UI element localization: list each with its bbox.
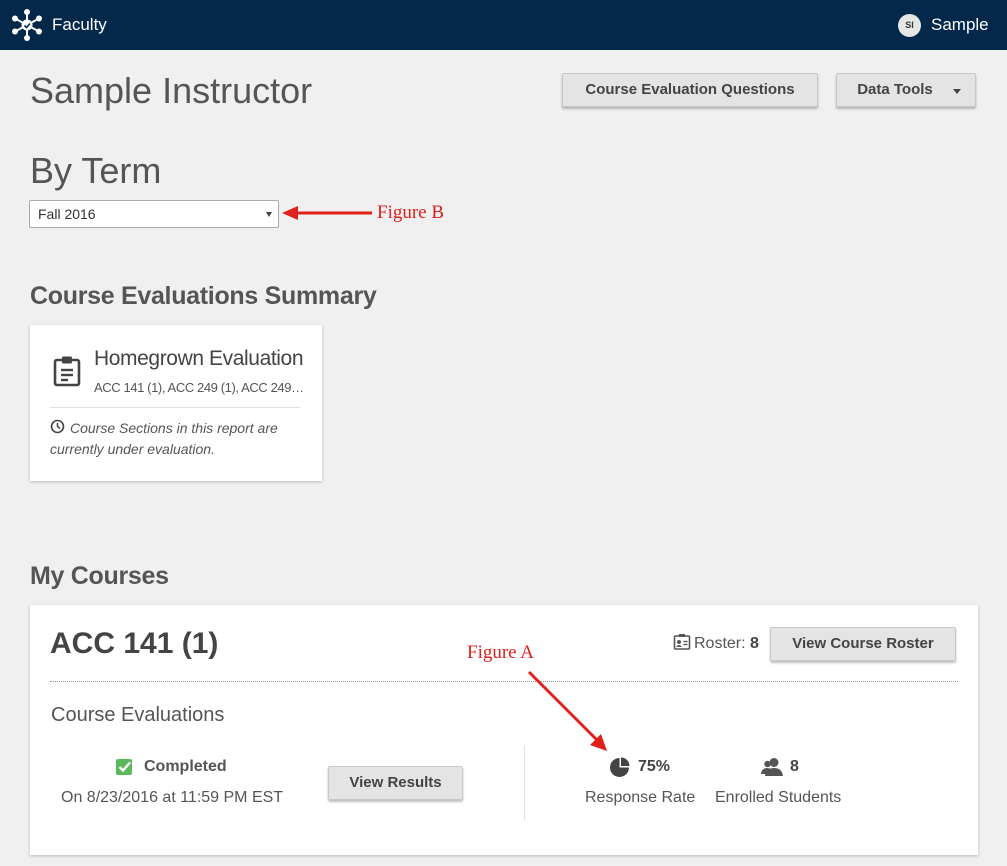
annotation-figure-a: Figure A xyxy=(467,642,535,663)
course-title: ACC 141 (1) xyxy=(50,627,219,660)
evaluation-name-link[interactable]: Homegrown Evaluation xyxy=(94,347,304,371)
enrolled-count: 8 xyxy=(790,758,799,775)
data-tools-label: Data Tools xyxy=(857,81,933,98)
divider xyxy=(50,407,300,408)
network-nodes-icon[interactable] xyxy=(10,8,44,42)
term-select[interactable]: Fall 2016 xyxy=(29,200,279,228)
data-tools-button[interactable]: Data Tools xyxy=(836,73,976,107)
caret-down-icon xyxy=(953,89,961,94)
roster-label-text: Roster: xyxy=(694,635,746,652)
summary-heading: Course Evaluations Summary xyxy=(30,282,377,310)
enrolled-label: Enrolled Students xyxy=(715,789,842,806)
roster-count: 8 xyxy=(750,635,759,652)
users-icon xyxy=(761,758,783,776)
page-title: Sample Instructor xyxy=(30,70,313,111)
user-menu[interactable]: Sample xyxy=(931,15,989,35)
response-rate-value: 75% xyxy=(638,758,671,775)
check-square-icon xyxy=(116,759,132,775)
roster-icon xyxy=(673,634,691,650)
completed-date: On 8/23/2016 at 11:59 PM EST xyxy=(61,789,284,806)
evaluation-summary-card[interactable]: Homegrown Evaluation ACC 141 (1), ACC 24… xyxy=(30,325,322,481)
avatar[interactable]: SI xyxy=(898,14,921,37)
annotation-arrow-a-icon xyxy=(527,670,607,751)
view-course-roster-button[interactable]: View Course Roster xyxy=(770,627,956,661)
pie-chart-icon xyxy=(610,757,630,777)
annotation-arrow-b-icon xyxy=(282,206,372,220)
app-name[interactable]: Faculty xyxy=(52,15,107,35)
course-evaluation-questions-button[interactable]: Course Evaluation Questions xyxy=(562,73,818,107)
top-bar: Faculty SI Sample xyxy=(0,0,1007,50)
roster-label: Roster: 8 xyxy=(694,635,759,653)
by-term-heading: By Term xyxy=(30,150,162,191)
divider xyxy=(50,681,958,682)
evaluation-status: Completed xyxy=(144,758,227,775)
view-results-button[interactable]: View Results xyxy=(328,766,463,800)
course-evaluations-heading: Course Evaluations xyxy=(51,704,225,726)
clipboard-icon xyxy=(53,356,81,387)
my-courses-heading: My Courses xyxy=(30,562,169,590)
evaluation-status: Course Sections in this report are curre… xyxy=(50,420,278,457)
evaluation-courses: ACC 141 (1), ACC 249 (1), ACC 249 (2) xyxy=(94,380,306,395)
annotation-figure-b: Figure B xyxy=(377,202,445,223)
response-rate-label: Response Rate xyxy=(585,789,696,806)
select-arrow-icon xyxy=(266,212,272,217)
term-select-value: Fall 2016 xyxy=(38,206,96,222)
